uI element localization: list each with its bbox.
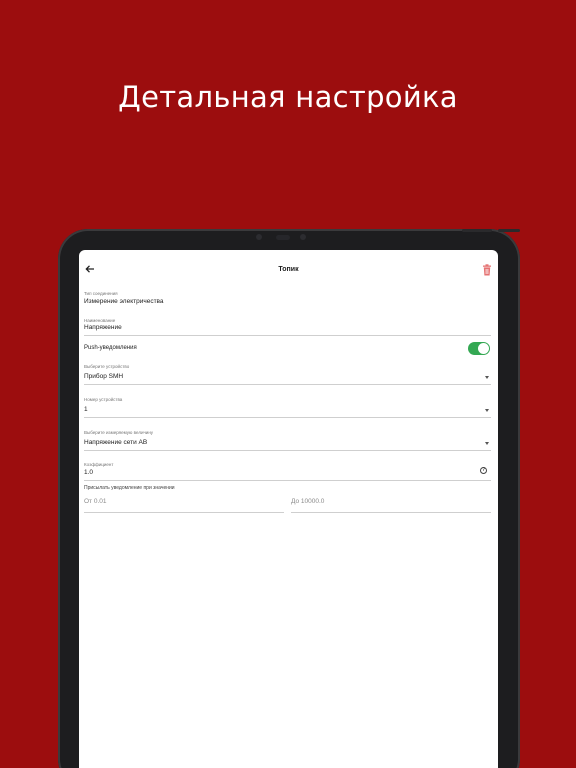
- toggle-knob: [478, 343, 489, 354]
- device-number-select[interactable]: Номер устройства 1: [84, 396, 491, 418]
- device-number-value: 1: [84, 406, 88, 413]
- app-screen: Топик Тип соединения Измерение электриче…: [79, 250, 498, 768]
- coefficient-field[interactable]: Коэффициент 1.0 ?: [84, 461, 491, 481]
- field-value: Измерение электричества: [84, 298, 164, 305]
- push-notifications-row: Push-уведомления: [84, 344, 491, 356]
- tablet-camera: [276, 235, 290, 240]
- tablet-camera-sensor: [300, 234, 306, 240]
- chevron-down-icon: [485, 442, 489, 445]
- name-field[interactable]: Наименование Напряжение: [84, 317, 491, 336]
- field-label: Номер устройства: [84, 397, 123, 402]
- tablet-volume-button: [462, 229, 492, 232]
- notify-to-input[interactable]: До 10000.0: [291, 488, 491, 513]
- notify-to-placeholder: До 10000.0: [291, 498, 325, 505]
- page-title: Топик: [278, 266, 299, 273]
- field-label: Наименование: [84, 318, 116, 323]
- measured-value-value: Напряжение сети АВ: [84, 439, 148, 446]
- device-value: Прибор SMH: [84, 373, 124, 380]
- measured-value-select[interactable]: Выберите измеряемую величину Напряжение …: [84, 429, 491, 451]
- field-label: Тип соединения: [84, 291, 118, 296]
- field-label: Коэффициент: [84, 462, 114, 467]
- push-label: Push-уведомления: [84, 345, 137, 351]
- tablet-power-button: [498, 229, 520, 232]
- trash-icon[interactable]: [482, 264, 492, 276]
- notify-from-input[interactable]: От 0.01: [84, 488, 284, 513]
- chevron-down-icon: [485, 409, 489, 412]
- help-circle-icon[interactable]: ?: [480, 467, 487, 474]
- connection-type-field: Тип соединения Измерение электричества: [84, 290, 491, 310]
- name-input[interactable]: Напряжение: [84, 324, 122, 331]
- promo-headline: Детальная настройка: [118, 80, 458, 114]
- coefficient-input[interactable]: 1.0: [84, 469, 93, 476]
- notify-from-placeholder: От 0.01: [84, 498, 107, 505]
- device-select[interactable]: Выберите устройство Прибор SMH: [84, 363, 491, 385]
- push-toggle[interactable]: [468, 342, 490, 355]
- app-bar: Топик: [79, 250, 498, 290]
- tablet-camera-sensor: [256, 234, 262, 240]
- field-label: Выберите измеряемую величину: [84, 430, 154, 435]
- chevron-down-icon: [485, 376, 489, 379]
- field-label: Выберите устройство: [84, 364, 130, 369]
